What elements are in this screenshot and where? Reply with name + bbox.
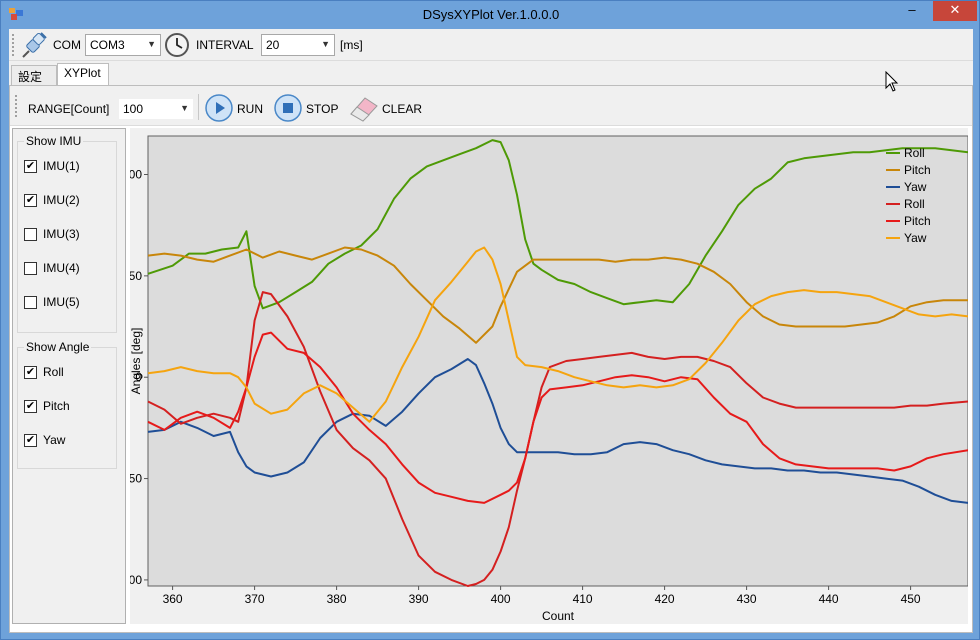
title-bar[interactable]: DSysXYPlot Ver.1.0.0.0 – ✕ xyxy=(1,1,980,29)
plug-connect-icon[interactable] xyxy=(19,31,49,61)
imu-checkbox[interactable]: ✔ IMU(2) xyxy=(24,192,80,208)
angle-checkbox[interactable]: ✔ Yaw xyxy=(24,432,65,448)
chevron-down-icon: ▼ xyxy=(147,39,156,49)
y-tick-label: -100 xyxy=(130,573,142,587)
angle-checkbox[interactable]: ✔ Roll xyxy=(24,364,64,380)
tab-strip: 設定値 XYPlot xyxy=(9,63,973,101)
checkbox[interactable]: ✔ xyxy=(24,193,37,207)
range-label: RANGE[Count] xyxy=(28,102,110,116)
legend-entry: Yaw xyxy=(904,231,927,245)
imu-checkbox[interactable]: IMU(4) xyxy=(24,260,80,276)
x-tick-label: 360 xyxy=(163,592,183,606)
stop-icon[interactable] xyxy=(273,93,303,123)
tab-xyplot[interactable]: XYPlot xyxy=(57,63,109,85)
checkbox[interactable]: ✔ xyxy=(24,433,37,447)
angle-label: Yaw xyxy=(43,433,66,447)
angle-label: Roll xyxy=(43,365,64,379)
angle-label: Pitch xyxy=(43,399,70,413)
x-tick-label: 420 xyxy=(655,592,675,606)
clear-button[interactable]: CLEAR xyxy=(382,102,422,116)
window-title: DSysXYPlot Ver.1.0.0.0 xyxy=(422,7,560,22)
legend-entry: Pitch xyxy=(904,214,931,228)
mouse-cursor-icon xyxy=(885,71,899,92)
checkbox[interactable] xyxy=(24,261,37,275)
angle-checkbox[interactable]: ✔ Pitch xyxy=(24,398,70,414)
x-tick-label: 410 xyxy=(573,592,593,606)
com-port-value: COM3 xyxy=(90,38,125,52)
play-icon[interactable] xyxy=(204,93,234,123)
run-button[interactable]: RUN xyxy=(237,102,263,116)
plot-toolbar: RANGE[Count] 100 ▼ RUN STOP CLEAR xyxy=(10,86,972,126)
interval-select[interactable]: 20 ▼ xyxy=(261,34,335,56)
show-imu-title: Show IMU xyxy=(24,134,84,148)
y-tick-label: -50 xyxy=(130,472,142,486)
x-tick-label: 430 xyxy=(737,592,757,606)
imu-label: IMU(3) xyxy=(43,227,80,241)
close-button[interactable]: ✕ xyxy=(933,1,977,21)
interval-value: 20 xyxy=(266,38,280,52)
checkbox[interactable]: ✔ xyxy=(24,399,37,413)
legend-entry: Pitch xyxy=(904,163,931,177)
tab-settings[interactable]: 設定値 xyxy=(11,65,57,101)
x-tick-label: 450 xyxy=(901,592,921,606)
checkbox[interactable] xyxy=(24,227,37,241)
imu-checkbox[interactable]: IMU(3) xyxy=(24,226,80,242)
imu-label: IMU(4) xyxy=(43,261,80,275)
toolbar-grip[interactable] xyxy=(12,34,15,56)
xy-plot-chart[interactable]: 100500-50-100360370380390400410420430440… xyxy=(118,128,969,624)
plot-area xyxy=(147,135,969,587)
show-angle-title: Show Angle xyxy=(24,340,92,354)
legend-entry: Roll xyxy=(904,197,925,211)
toolbar-grip[interactable] xyxy=(15,95,18,117)
main-window: DSysXYPlot Ver.1.0.0.0 – ✕ COM COM3 ▼ IN… xyxy=(0,0,980,640)
y-axis-label: Angles [deg] xyxy=(130,328,143,395)
chevron-down-icon: ▼ xyxy=(180,103,189,113)
x-tick-label: 370 xyxy=(245,592,265,606)
x-axis-label: Count xyxy=(542,609,575,623)
imu-checkbox[interactable]: ✔ IMU(1) xyxy=(24,158,80,174)
x-tick-label: 380 xyxy=(327,592,347,606)
clock-icon xyxy=(165,33,189,57)
x-tick-label: 390 xyxy=(409,592,429,606)
range-select[interactable]: 100 ▼ xyxy=(118,98,194,120)
connection-toolbar: COM COM3 ▼ INTERVAL 20 ▼ [ms] xyxy=(9,29,973,61)
imu-label: IMU(5) xyxy=(43,295,80,309)
imu-checkbox[interactable]: IMU(5) xyxy=(24,294,80,310)
interval-unit: [ms] xyxy=(340,38,363,52)
client-area: COM COM3 ▼ INTERVAL 20 ▼ [ms] 設定値 XYPlot xyxy=(9,29,973,633)
checkbox[interactable]: ✔ xyxy=(24,159,37,173)
com-port-select[interactable]: COM3 ▼ xyxy=(85,34,161,56)
show-imu-group: Show IMU ✔ IMU(1) ✔ IMU(2) IMU(3) IMU(4) I… xyxy=(17,134,117,333)
legend-entry: Yaw xyxy=(904,180,927,194)
y-tick-label: 50 xyxy=(130,269,142,283)
x-tick-label: 400 xyxy=(491,592,511,606)
x-tick-label: 440 xyxy=(819,592,839,606)
legend-entry: Roll xyxy=(904,146,925,160)
y-tick-label: 100 xyxy=(130,168,142,182)
imu-label: IMU(1) xyxy=(43,159,80,173)
chevron-down-icon: ▼ xyxy=(321,39,330,49)
show-angle-group: Show Angle ✔ Roll ✔ Pitch ✔ Yaw xyxy=(17,340,117,469)
range-value: 100 xyxy=(123,102,144,116)
chart-svg: 100500-50-100360370380390400410420430440… xyxy=(118,135,969,623)
toolbar-separator xyxy=(198,94,199,120)
checkbox[interactable]: ✔ xyxy=(24,365,37,379)
com-label: COM xyxy=(53,38,81,52)
imu-label: IMU(2) xyxy=(43,193,80,207)
stop-button[interactable]: STOP xyxy=(306,102,338,116)
interval-label: INTERVAL xyxy=(196,38,254,52)
minimize-button[interactable]: – xyxy=(899,1,925,21)
xyplot-tab-page: RANGE[Count] 100 ▼ RUN STOP CLEAR Show I… xyxy=(9,85,973,633)
eraser-icon[interactable] xyxy=(347,94,381,122)
series-filter-panel: Show IMU ✔ IMU(1) ✔ IMU(2) IMU(3) IMU(4) I… xyxy=(12,128,126,624)
checkbox[interactable] xyxy=(24,295,37,309)
